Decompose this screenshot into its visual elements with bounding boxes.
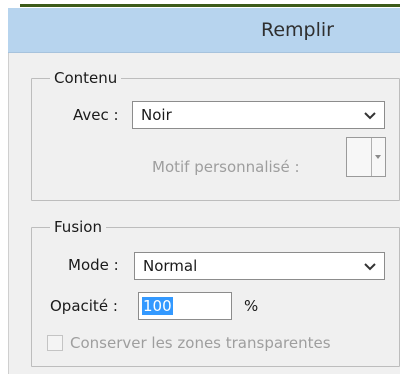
opacite-unit: % — [244, 297, 259, 315]
chevron-down-icon — [364, 112, 376, 120]
motif-dropdown-arrow-icon — [375, 155, 381, 159]
dialog-title: Remplir — [261, 19, 334, 41]
title-bar[interactable]: Remplir — [8, 8, 400, 53]
opacite-label: Opacité : — [50, 297, 118, 315]
conserver-label: Conserver les zones transparentes — [70, 334, 331, 352]
mode-select[interactable]: Normal — [134, 252, 385, 280]
contenu-legend: Contenu — [50, 68, 122, 88]
avec-label: Avec : — [73, 106, 119, 124]
contenu-group: Contenu — [31, 68, 400, 201]
opacite-input[interactable]: 100 — [138, 292, 232, 320]
fusion-legend: Fusion — [50, 217, 106, 237]
chevron-down-icon — [364, 263, 376, 271]
avec-select[interactable]: Noir — [132, 101, 385, 129]
top-accent-line — [20, 4, 400, 7]
motif-label: Motif personnalisé : — [152, 158, 300, 176]
opacite-value: 100 — [142, 297, 173, 315]
mode-value: Normal — [143, 257, 198, 275]
motif-picker[interactable] — [346, 137, 386, 177]
avec-value: Noir — [141, 106, 172, 124]
mode-label: Mode : — [68, 256, 119, 274]
conserver-checkbox[interactable] — [47, 335, 63, 351]
